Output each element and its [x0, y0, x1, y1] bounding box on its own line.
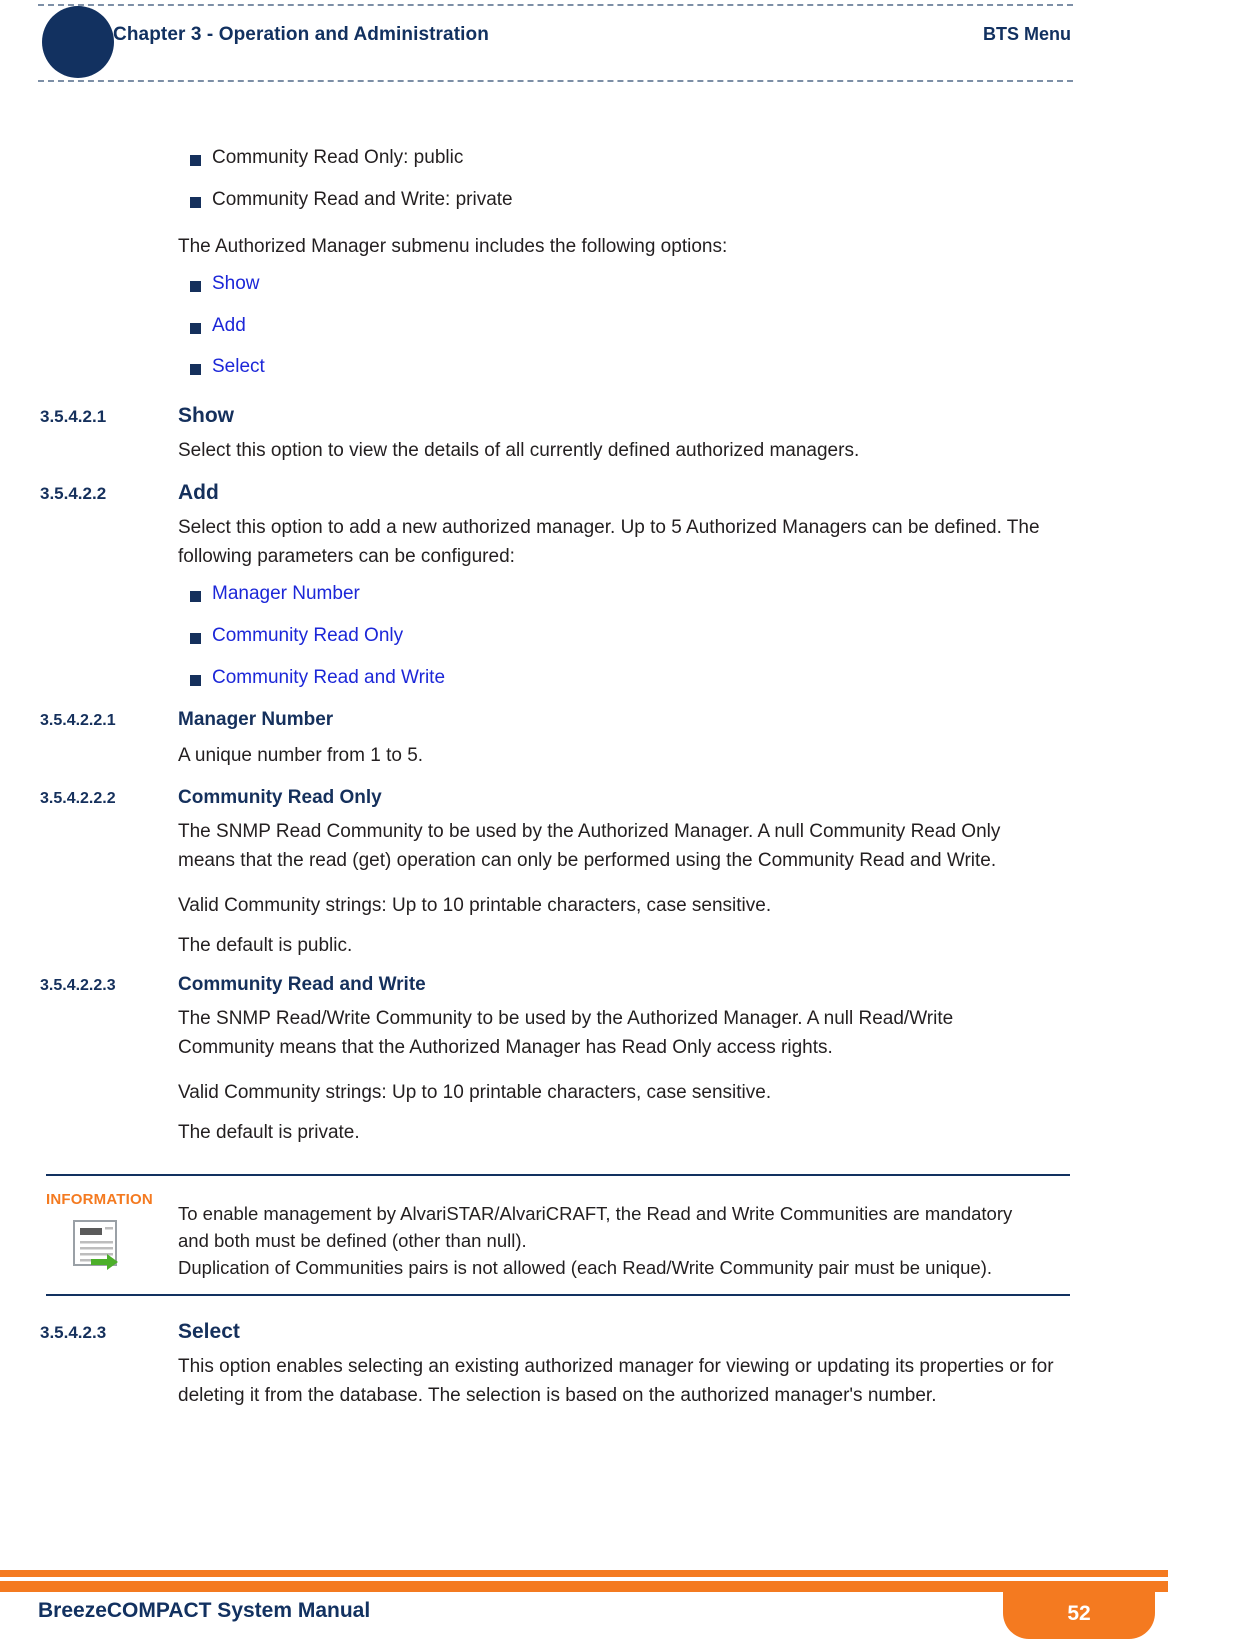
section-number: 3.5.4.2.3: [40, 1323, 107, 1342]
header-chapter-title: Chapter 3 - Operation and Administration: [113, 24, 489, 45]
bullet-square-icon: [190, 155, 201, 166]
header-top-dashed-rule: [38, 4, 1073, 6]
section-paragraph: The SNMP Read Community to be used by th…: [178, 821, 1001, 871]
list-item-link-community-read-and-write[interactable]: Community Read and Write: [178, 668, 445, 687]
section-number: 3.5.4.2.1: [40, 407, 107, 426]
list-item-label: Community Read Only: public: [212, 147, 464, 168]
footer-rule-bottom: [0, 1581, 1168, 1592]
list-item-label: Community Read Only: [212, 625, 404, 646]
note-bottom-rule: [46, 1294, 1070, 1296]
list-item-link-show[interactable]: Show: [178, 274, 260, 293]
section-number: 3.5.4.2.2.2: [40, 790, 116, 807]
section-paragraph: The SNMP Read/Write Community to be used…: [178, 1008, 954, 1058]
section-heading-community-read-only: 3.5.4.2.2.2 Community Read Only: [40, 787, 382, 809]
bullet-square-icon: [190, 197, 201, 208]
section-paragraph: The default is public.: [178, 935, 353, 956]
section-title: Add: [178, 481, 219, 504]
list-item-link-select[interactable]: Select: [178, 357, 265, 376]
list-item-label: Show: [212, 273, 260, 294]
section-heading-select: 3.5.4.2.3 Select: [40, 1320, 240, 1344]
note-top-rule: [46, 1174, 1070, 1176]
section-title: Community Read Only: [178, 787, 382, 808]
section-title: Show: [178, 404, 234, 427]
section-paragraph: A unique number from 1 to 5.: [178, 745, 424, 766]
section-number: 3.5.4.2.2: [40, 484, 107, 503]
list-item: Community Read and Write: private: [178, 190, 513, 209]
section-heading-show: 3.5.4.2.1 Show: [40, 404, 234, 428]
section-heading-manager-number: 3.5.4.2.2.1 Manager Number: [40, 709, 333, 731]
list-item-link-manager-number[interactable]: Manager Number: [178, 584, 360, 603]
bullet-square-icon: [190, 675, 201, 686]
list-item-label: Add: [212, 315, 246, 336]
section-title: Manager Number: [178, 709, 334, 730]
bullet-square-icon: [190, 591, 201, 602]
bullet-square-icon: [190, 364, 201, 375]
list-item-link-community-read-only[interactable]: Community Read Only: [178, 626, 403, 645]
note-paragraph-2: Duplication of Communities pairs is not …: [178, 1257, 993, 1278]
section-number: 3.5.4.2.2.3: [40, 977, 116, 994]
section-paragraph: Valid Community strings: Up to 10 printa…: [178, 895, 772, 916]
section-title: Select: [178, 1320, 240, 1343]
section-heading-add: 3.5.4.2.2 Add: [40, 481, 219, 505]
section-paragraph: Select this option to add a new authoriz…: [178, 517, 1040, 567]
footer-manual-title: BreezeCOMPACT System Manual: [38, 1599, 371, 1622]
list-item-label: Community Read and Write: private: [212, 189, 513, 210]
page-number: 52: [1067, 1602, 1091, 1625]
section-paragraph: This option enables selecting an existin…: [178, 1356, 1054, 1406]
intro-paragraph: The Authorized Manager submenu includes …: [178, 236, 728, 257]
section-paragraph: Valid Community strings: Up to 10 printa…: [178, 1082, 772, 1103]
footer-rule-top: [0, 1570, 1168, 1577]
navy-circle-icon: [42, 6, 114, 78]
list-item-label: Manager Number: [212, 583, 360, 604]
section-paragraph: The default is private.: [178, 1122, 360, 1143]
document-export-icon: [69, 1218, 123, 1270]
bullet-square-icon: [190, 281, 201, 292]
section-number: 3.5.4.2.2.1: [40, 712, 116, 729]
note-paragraph-1: To enable management by AlvariSTAR/Alvar…: [178, 1203, 1013, 1251]
list-item: Community Read Only: public: [178, 148, 463, 167]
section-heading-community-read-and-write: 3.5.4.2.2.3 Community Read and Write: [40, 974, 426, 996]
bullet-square-icon: [190, 323, 201, 334]
list-item-link-add[interactable]: Add: [178, 316, 246, 335]
list-item-label: Select: [212, 356, 265, 377]
bullet-square-icon: [190, 633, 201, 644]
header-section-label: BTS Menu: [983, 24, 1071, 44]
page-header: Chapter 3 - Operation and Administration…: [0, 0, 1235, 86]
note-label: INFORMATION: [46, 1191, 153, 1208]
section-title: Community Read and Write: [178, 974, 426, 995]
header-bottom-dashed-rule: [38, 80, 1073, 82]
section-paragraph: Select this option to view the details o…: [178, 440, 860, 461]
list-item-label: Community Read and Write: [212, 667, 446, 688]
